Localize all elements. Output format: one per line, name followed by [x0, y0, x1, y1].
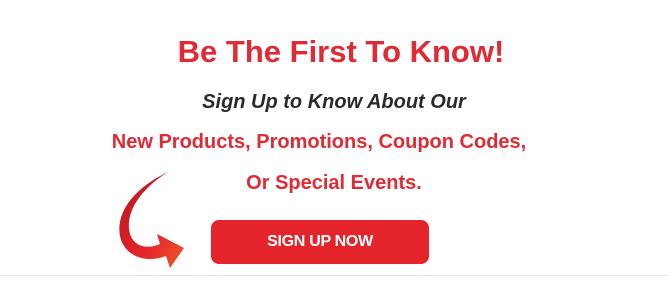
promo-line-events: Or Special Events.: [246, 172, 422, 194]
promo-line-products: New Products, Promotions, Coupon Codes,: [111, 131, 527, 153]
curved-arrow-icon: [119, 172, 184, 268]
sign-up-now-button[interactable]: SIGN UP NOW: [211, 220, 429, 264]
subline: Sign Up to Know About Our: [202, 91, 466, 113]
divider: [0, 275, 668, 276]
signup-banner: Be The First To Know! Sign Up to Know Ab…: [0, 0, 668, 281]
headline: Be The First To Know!: [177, 34, 505, 69]
